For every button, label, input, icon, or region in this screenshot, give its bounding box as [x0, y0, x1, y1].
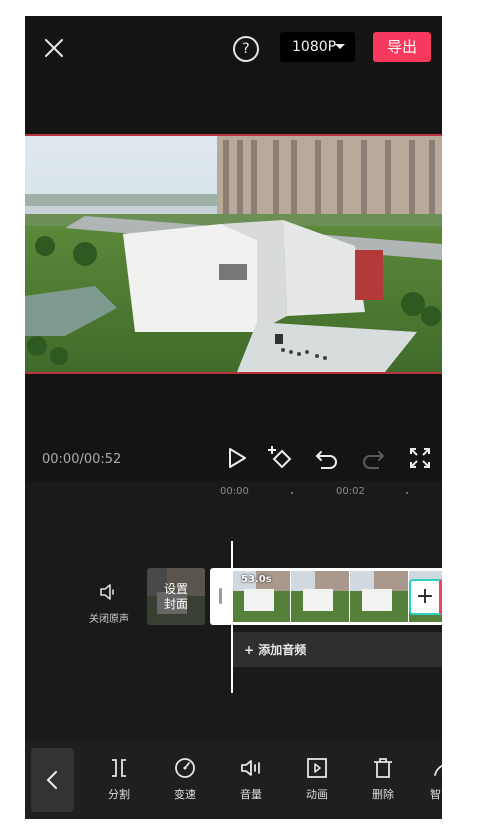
undo-icon[interactable]: [312, 443, 342, 473]
tool-speed[interactable]: 变速: [160, 757, 210, 802]
export-button[interactable]: 导出: [373, 32, 431, 62]
tool-speed-label: 变速: [174, 788, 196, 801]
ruler-time-label: 00:02: [336, 486, 365, 497]
tool-volume-label: 音量: [240, 788, 262, 801]
cover-label-line1: 设置: [163, 581, 188, 596]
set-cover-button[interactable]: 设置 封面: [147, 568, 205, 625]
plus-icon: +: [415, 584, 435, 609]
add-audio-label: + 添加音频: [244, 643, 307, 657]
add-audio-track[interactable]: + 添加音频: [233, 632, 442, 667]
caret-down-icon: [335, 44, 345, 49]
speed-icon: [175, 758, 195, 778]
back-button[interactable]: [31, 748, 74, 812]
tool-split[interactable]: 分割: [94, 757, 144, 802]
ruler-time-label: 00:00: [220, 486, 249, 497]
tool-volume[interactable]: 音量: [226, 757, 276, 802]
keyframe-add-icon[interactable]: [266, 443, 296, 473]
tool-delete-label: 删除: [372, 788, 394, 801]
mute-original-label: 关闭原声: [89, 614, 129, 625]
playhead[interactable]: [231, 541, 233, 693]
resolution-label: 1080P: [292, 39, 337, 55]
ruler-tick: [291, 492, 293, 494]
fullscreen-icon[interactable]: [405, 443, 435, 473]
timecode: 00:00/00:52: [42, 452, 122, 467]
redo-icon[interactable]: [358, 443, 388, 473]
tool-animation-label: 动画: [306, 788, 328, 801]
bottom-toolbar: 分割 变速 音量 动画 删除 智: [25, 741, 442, 819]
split-icon: [112, 759, 126, 777]
preview-frame-image: [25, 136, 442, 372]
play-icon[interactable]: [222, 443, 252, 473]
tool-smart-label: 智能: [430, 788, 442, 801]
help-button[interactable]: ?: [233, 36, 259, 62]
editor-screen: ? 1080P 导出 00:00/00:52 00:00 00:02 关闭原声 …: [25, 16, 442, 819]
speaker-icon: [100, 584, 114, 600]
chevron-left-icon: [46, 771, 57, 789]
smart-icon: [434, 764, 442, 776]
tool-animation[interactable]: 动画: [292, 757, 342, 802]
clip-duration: 53.0s: [241, 574, 272, 585]
tool-split-label: 分割: [108, 788, 130, 801]
delete-icon: [374, 758, 392, 778]
cover-label-line2: 封面: [163, 596, 188, 611]
video-preview[interactable]: [25, 134, 442, 374]
animation-icon: [307, 758, 327, 778]
close-icon[interactable]: [41, 35, 67, 61]
tool-smart[interactable]: 智能: [416, 757, 442, 802]
clip-trim-handle[interactable]: [219, 588, 222, 604]
tool-delete[interactable]: 删除: [358, 757, 408, 802]
mute-original-button[interactable]: 关闭原声: [83, 581, 135, 625]
resolution-select[interactable]: 1080P: [280, 32, 355, 62]
volume-icon: [241, 760, 260, 776]
ruler-tick: [406, 492, 408, 494]
add-clip-button[interactable]: +: [409, 579, 442, 615]
